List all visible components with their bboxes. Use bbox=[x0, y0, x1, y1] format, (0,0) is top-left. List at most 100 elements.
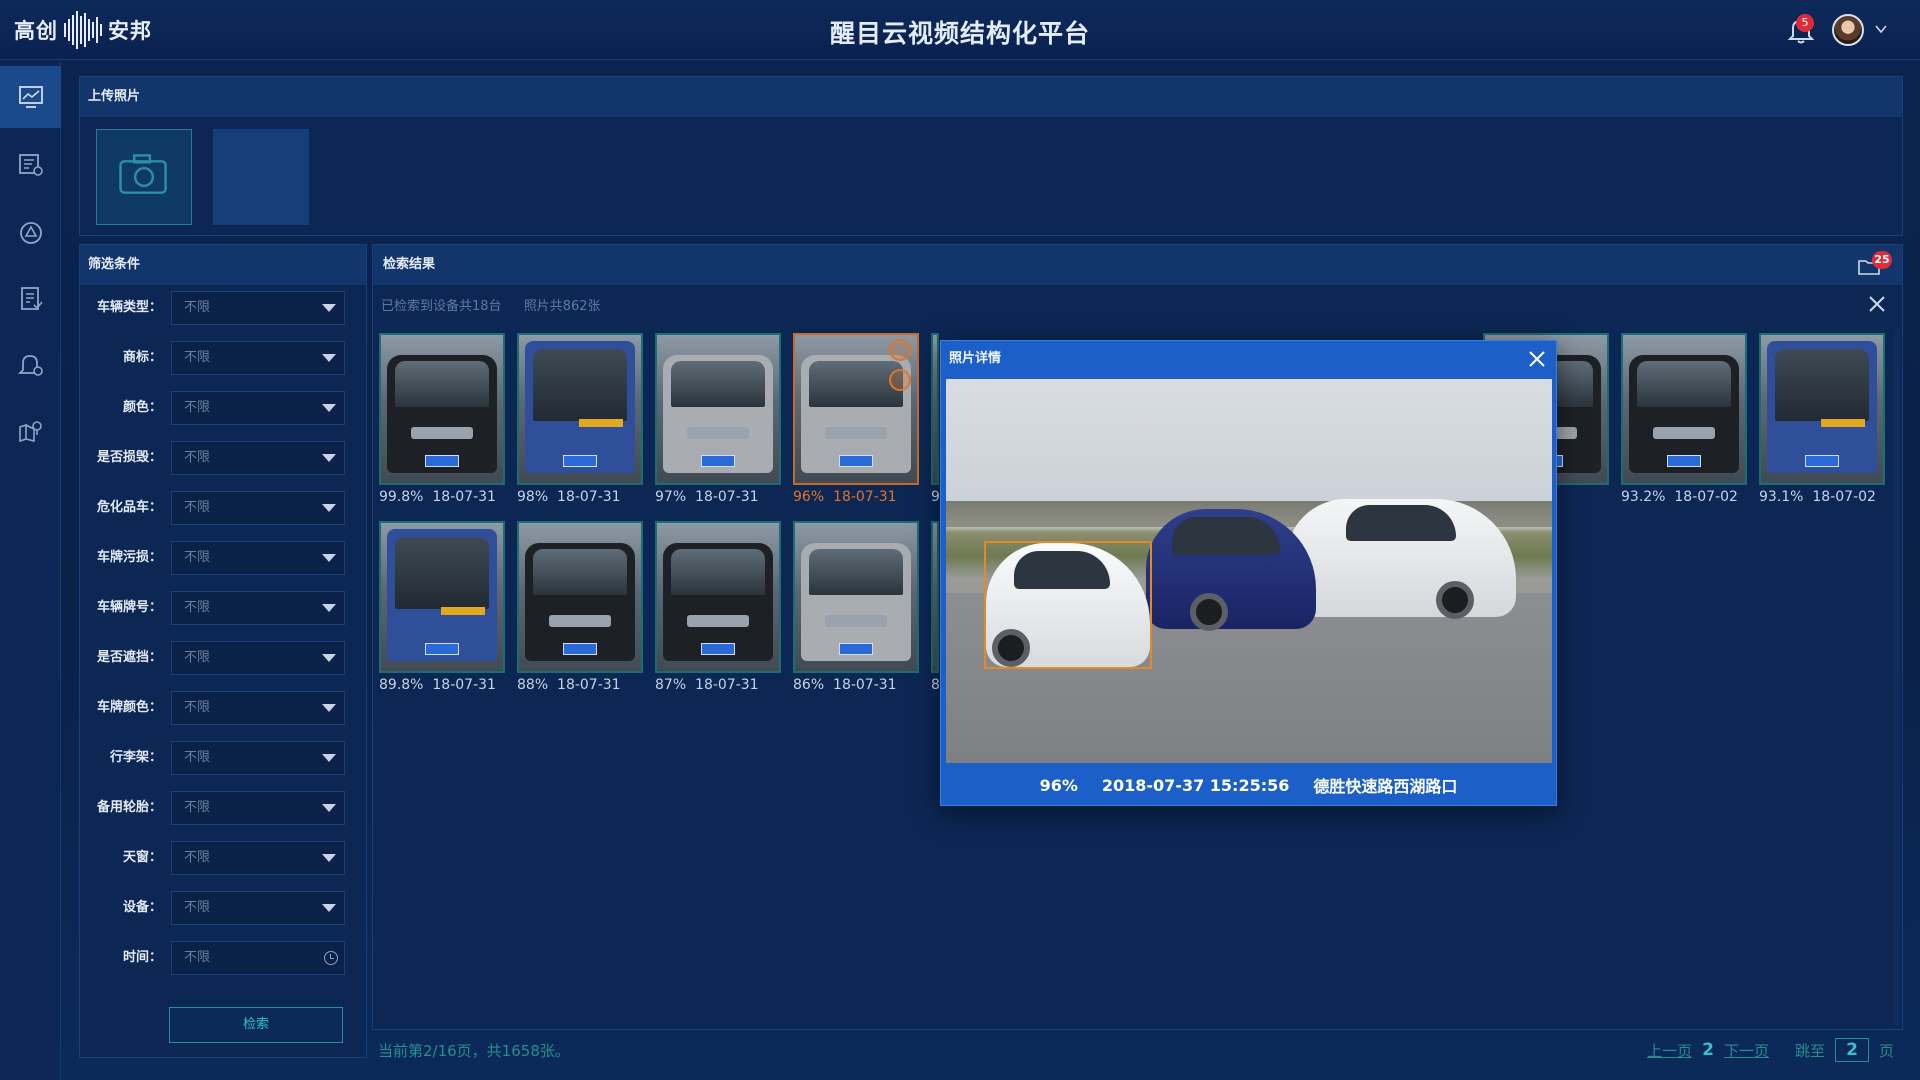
capture-date: 18-07-31 bbox=[557, 677, 621, 693]
filter-row: 车牌颜色： 不限 bbox=[80, 691, 368, 725]
list-settings-icon bbox=[18, 154, 43, 176]
results-header: 检索结果 25 bbox=[373, 245, 1902, 285]
result-thumbnail[interactable] bbox=[1621, 333, 1747, 485]
jump-page-input[interactable]: 2 bbox=[1834, 1038, 1869, 1062]
filter-panel-title: 筛选条件 bbox=[80, 245, 366, 285]
result-thumbnail[interactable] bbox=[1759, 333, 1885, 485]
license-plate bbox=[563, 643, 597, 655]
filter-row: 时间： 不限 bbox=[80, 941, 368, 975]
summary-devices: 已检索到设备共18台 bbox=[381, 299, 502, 314]
filter-select[interactable]: 不限 bbox=[171, 791, 345, 825]
filter-row: 商标： 不限 bbox=[80, 341, 368, 375]
car-blue bbox=[1146, 509, 1316, 631]
caret-down-icon bbox=[322, 354, 336, 362]
thumbnail-caption: 88% 18-07-31 bbox=[517, 677, 621, 693]
filter-value: 不限 bbox=[184, 350, 211, 365]
car-white-right bbox=[1286, 499, 1516, 619]
license-plate bbox=[1667, 455, 1701, 467]
result-thumbnail[interactable] bbox=[379, 521, 505, 673]
capture-date: 18-07-02 bbox=[1812, 489, 1876, 505]
nav-map[interactable] bbox=[0, 400, 61, 462]
result-thumbnail[interactable] bbox=[931, 333, 939, 485]
nav-alarm[interactable] bbox=[0, 334, 61, 396]
nav-monitor[interactable] bbox=[0, 66, 61, 128]
capture-date: 18-07-31 bbox=[695, 677, 759, 693]
filter-select[interactable]: 不限 bbox=[171, 891, 345, 925]
caret-down-icon bbox=[322, 454, 336, 462]
filter-value: 不限 bbox=[184, 850, 211, 865]
license-plate bbox=[1805, 455, 1839, 467]
result-thumbnail[interactable] bbox=[517, 521, 643, 673]
chevron-down-icon[interactable] bbox=[1874, 22, 1888, 36]
match-score: 98% bbox=[517, 489, 549, 505]
nav-list-settings[interactable] bbox=[0, 134, 61, 196]
match-score: 87% bbox=[655, 677, 687, 693]
time-picker[interactable]: 不限 bbox=[171, 941, 345, 975]
filter-label: 车辆类型： bbox=[96, 300, 162, 315]
match-score: 99.8% bbox=[379, 489, 424, 505]
filter-select[interactable]: 不限 bbox=[171, 441, 345, 475]
modal-title: 照片详情 bbox=[949, 351, 1002, 366]
upload-panel: 上传照片 bbox=[79, 76, 1903, 236]
filter-label: 颜色： bbox=[122, 400, 162, 415]
filter-select[interactable]: 不限 bbox=[171, 641, 345, 675]
modal-header: 照片详情 bbox=[941, 341, 1556, 377]
match-score: 97% bbox=[655, 489, 687, 505]
notification-badge: 5 bbox=[1796, 14, 1814, 32]
add-icon[interactable] bbox=[889, 369, 911, 391]
capture-date: 18-07-31 bbox=[695, 489, 759, 505]
modal-footer: 96% 2018-07-37 15:25:56 德胜快速路西湖路口 bbox=[941, 765, 1556, 805]
results-scrollbar[interactable] bbox=[1894, 329, 1900, 1025]
results-summary: 已检索到设备共18台 照片共862张 bbox=[381, 295, 619, 314]
capture-date: 18-07-31 bbox=[557, 489, 621, 505]
filter-select[interactable]: 不限 bbox=[171, 591, 345, 625]
filter-select[interactable]: 不限 bbox=[171, 391, 345, 425]
match-score: 8 bbox=[931, 677, 940, 693]
filter-label: 是否遮挡： bbox=[96, 650, 162, 665]
page-suffix: 页 bbox=[1878, 1041, 1894, 1060]
nav-report[interactable] bbox=[0, 268, 61, 330]
next-page-link[interactable]: 下一页 bbox=[1724, 1040, 1769, 1061]
detection-box[interactable] bbox=[984, 541, 1152, 669]
license-plate bbox=[701, 643, 735, 655]
filter-select[interactable]: 不限 bbox=[171, 491, 345, 525]
search-button[interactable]: 检索 bbox=[169, 1007, 343, 1043]
app-title: 醒目云视频结构化平台 bbox=[829, 19, 1090, 48]
filter-value: 不限 bbox=[184, 800, 211, 815]
filter-label: 行李架： bbox=[109, 750, 162, 765]
upload-panel-title: 上传照片 bbox=[80, 77, 1902, 117]
filter-label: 车辆牌号： bbox=[96, 600, 162, 615]
filter-select[interactable]: 不限 bbox=[171, 841, 345, 875]
modal-close-icon[interactable] bbox=[1528, 350, 1546, 368]
zoom-icon[interactable] bbox=[889, 339, 911, 361]
nav-target[interactable] bbox=[0, 202, 61, 264]
filter-select[interactable]: 不限 bbox=[171, 291, 345, 325]
filter-select[interactable]: 不限 bbox=[171, 341, 345, 375]
pager-info: 当前第2/16页，共1658张。 bbox=[378, 1042, 570, 1060]
result-thumbnail[interactable] bbox=[931, 521, 939, 673]
filter-panel: 筛选条件 车辆类型： 不限 商标： 不限 颜色： 不限 是否损毁： 不限 危化品车： 不限 车牌污损… bbox=[79, 244, 367, 1058]
modal-timestamp: 2018-07-37 15:25:56 bbox=[1101, 775, 1290, 795]
license-plate bbox=[425, 455, 459, 467]
result-thumbnail[interactable] bbox=[655, 521, 781, 673]
filter-select[interactable]: 不限 bbox=[171, 691, 345, 725]
close-icon[interactable] bbox=[1868, 295, 1886, 313]
result-thumbnail[interactable] bbox=[517, 333, 643, 485]
capture-date: 18-07-31 bbox=[432, 489, 496, 505]
upload-slot[interactable] bbox=[213, 129, 309, 225]
filter-select[interactable]: 不限 bbox=[171, 741, 345, 775]
filter-select[interactable]: 不限 bbox=[171, 541, 345, 575]
caret-down-icon bbox=[322, 704, 336, 712]
result-thumbnail[interactable] bbox=[379, 333, 505, 485]
prev-page-link[interactable]: 上一页 bbox=[1647, 1040, 1692, 1061]
upload-photo-button[interactable] bbox=[96, 129, 192, 225]
match-score: 93.2% bbox=[1621, 489, 1666, 505]
result-thumbnail[interactable] bbox=[793, 521, 919, 673]
result-thumbnail[interactable] bbox=[655, 333, 781, 485]
avatar[interactable] bbox=[1832, 14, 1864, 46]
detail-photo bbox=[946, 379, 1552, 763]
filter-row: 天窗： 不限 bbox=[80, 841, 368, 875]
caret-down-icon bbox=[322, 904, 336, 912]
report-icon bbox=[20, 287, 43, 310]
result-thumbnail[interactable] bbox=[793, 333, 919, 485]
